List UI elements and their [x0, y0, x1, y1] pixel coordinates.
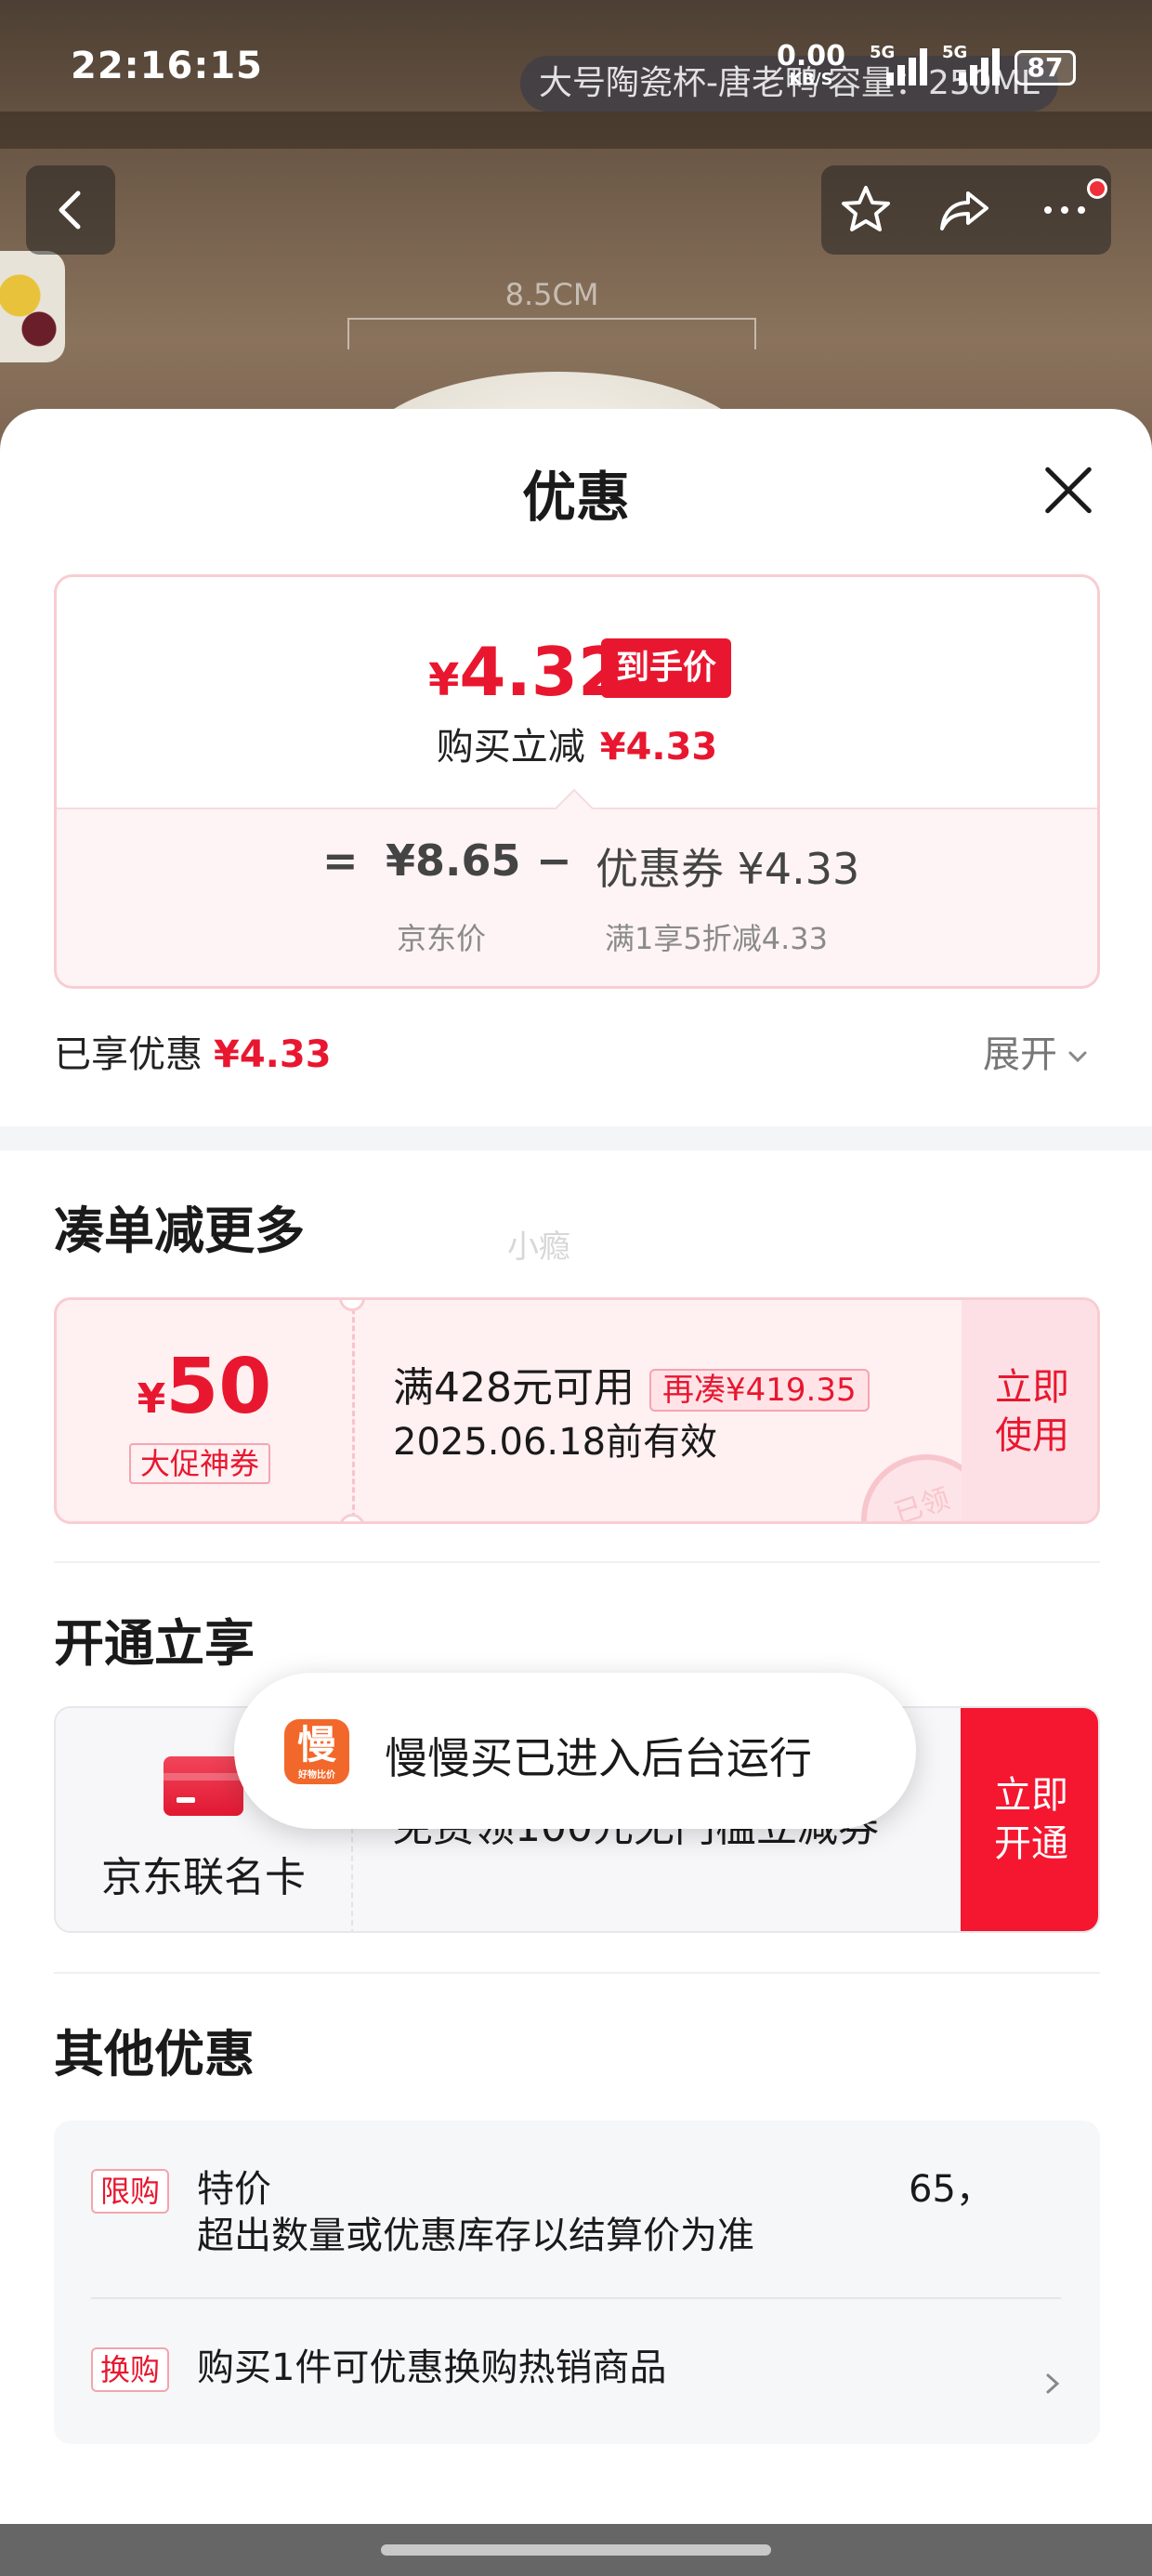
section-spacer — [0, 1126, 1152, 1150]
expand-button[interactable]: 展开 — [983, 1024, 1091, 1078]
app-glyph: 慢 — [296, 1722, 336, 1768]
favorite-star-icon[interactable] — [836, 180, 896, 240]
open-card-button[interactable]: 立即 开通 — [961, 1708, 1098, 1931]
network-speed: 0.00 KB/S — [777, 43, 845, 89]
divider — [54, 1972, 1100, 1974]
use-coupon-button[interactable]: 立即 使用 — [962, 1300, 1097, 1521]
limit-text-line1: 特价 — [197, 2168, 271, 2211]
expand-label: 展开 — [983, 1033, 1057, 1076]
coupon-description: 满1享5折减4.33 — [605, 921, 828, 956]
limit-text-line2: 超出数量或优惠库存以结算价为准 — [197, 2215, 754, 2257]
close-icon[interactable] — [1041, 463, 1096, 519]
fruit-decoration — [0, 251, 65, 362]
chevron-right-icon[interactable] — [1037, 2368, 1068, 2399]
coupon-amount: ¥50 — [57, 1343, 352, 1431]
coupon-amount-panel: ¥50 大促神券 — [57, 1300, 352, 1521]
manmanmai-app-icon: 慢 好物比价 — [284, 1719, 349, 1784]
jd-price-label: 京东价 — [397, 921, 487, 956]
final-price-tag: 到手价 — [601, 638, 732, 698]
enjoyed-label: 已享优惠 — [54, 1033, 203, 1076]
network-speed-value: 0.00 — [777, 40, 846, 72]
coupon-separator — [352, 1300, 355, 1521]
enjoyed-discount: 已享优惠 ¥4.33 — [54, 1024, 332, 1078]
enjoyed-value: ¥4.33 — [214, 1033, 332, 1076]
signal-label: 5G — [870, 43, 896, 62]
dimension-label: 8.5CM — [504, 277, 599, 312]
notification-dot — [1087, 178, 1107, 199]
coupon-condition: 满428元可用 再凑¥419.35 — [393, 1354, 870, 1413]
coupon-more-needed: 再凑¥419.35 — [648, 1369, 870, 1412]
chevron-left-icon — [59, 191, 81, 230]
back-button[interactable] — [26, 165, 115, 255]
share-icon[interactable] — [935, 180, 994, 240]
status-bar: 22:16:15 大号陶瓷杯-唐老鸭 容量：250ML 0.00 KB/S 5G … — [0, 0, 1152, 139]
card-name: 京东联名卡 — [101, 1854, 306, 1901]
home-indicator[interactable] — [381, 2544, 771, 2556]
chevron-down-icon — [1068, 1051, 1087, 1063]
open-section-title: 开通立享 — [54, 1614, 255, 1673]
header-actions — [821, 165, 1111, 255]
navigation-bar — [0, 2524, 1152, 2576]
signal-icon: 5G — [870, 43, 927, 85]
combine-section-title: 凑单减更多 — [54, 1202, 305, 1260]
discount-sheet: 优惠 ¥4.32 到手价 购买立减 ¥4.33 = ¥8.65 − 优惠券 ¥4.… — [0, 409, 1152, 2576]
coupon-condition-text: 满428元可用 — [393, 1364, 635, 1412]
final-price-currency: ¥ — [428, 654, 460, 706]
exchange-badge: 换购 — [91, 2347, 170, 2392]
toast-message: 慢慢买已进入后台运行 — [385, 1733, 812, 1783]
watermark: 小瘾 — [507, 1229, 570, 1266]
final-price: ¥4.32 — [428, 633, 624, 711]
exchange-offer-text[interactable]: 购买1件可优惠换购热销商品 — [197, 2342, 666, 2394]
sheet-title: 优惠 — [521, 466, 630, 529]
signal-label: 5G — [942, 43, 968, 62]
minus-sign: − — [536, 835, 572, 886]
clock: 22:16:15 — [71, 45, 263, 87]
promo-coupon: ¥50 大促神券 满428元可用 再凑¥419.35 2025.06.18前有效 … — [54, 1297, 1100, 1524]
product-capacity: 容量：250ML — [828, 64, 1040, 102]
instant-reduce-label: 购买立减 — [436, 726, 585, 769]
limit-badge: 限购 — [91, 2169, 170, 2214]
coupon-type-tag: 大促神券 — [129, 1443, 271, 1484]
other-offers-list: 限购 特价 65， 超出数量或优惠库存以结算价为准 换购 购买1件可优惠换购热销… — [54, 2121, 1100, 2444]
divider — [54, 1561, 1100, 1563]
app-caption: 好物比价 — [298, 1770, 335, 1781]
coupon-deduction-value: 优惠券 ¥4.33 — [596, 844, 860, 894]
instant-reduce-value: ¥4.33 — [599, 726, 718, 769]
battery-icon: 87 — [1015, 50, 1076, 85]
equals-sign: = — [322, 835, 359, 886]
coupon-currency: ¥ — [137, 1375, 166, 1423]
dimension-bracket — [347, 318, 756, 349]
final-price-value: 4.32 — [459, 633, 625, 711]
other-section-title: 其他优惠 — [54, 2025, 255, 2083]
caret-pointer — [554, 788, 595, 829]
divider — [91, 2297, 1061, 2299]
jd-price-value: ¥8.65 — [386, 835, 521, 886]
coupon-value: 50 — [165, 1343, 272, 1431]
limit-text-line1-tail: 65， — [909, 2168, 993, 2211]
price-summary-card: ¥4.32 到手价 购买立减 ¥4.33 = ¥8.65 − 优惠券 ¥4.33 … — [54, 574, 1100, 989]
credit-card-icon — [164, 1756, 243, 1816]
signal-icon: 5G — [942, 43, 1000, 85]
network-speed-unit: KB/S — [789, 70, 833, 89]
coupon-valid-until: 2025.06.18前有效 — [393, 1421, 718, 1464]
background-run-toast: 慢 好物比价 慢慢买已进入后台运行 — [234, 1673, 916, 1829]
more-icon[interactable] — [1035, 180, 1094, 240]
instant-reduce: 购买立减 ¥4.33 — [57, 716, 1097, 770]
